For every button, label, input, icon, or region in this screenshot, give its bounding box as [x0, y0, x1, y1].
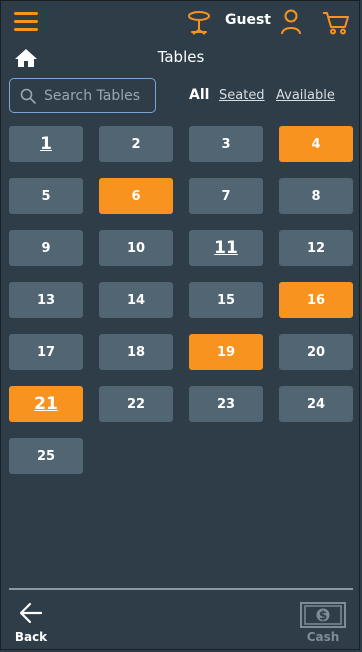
table-button-14[interactable]: 14	[99, 282, 173, 318]
filter-available[interactable]: Available	[276, 88, 335, 103]
hamburger-menu-icon[interactable]	[14, 12, 38, 32]
cash-button[interactable]: $ Cash	[296, 598, 350, 646]
table-button-19[interactable]: 19	[189, 334, 263, 370]
table-button-1[interactable]: 1	[9, 126, 83, 162]
shopping-cart-icon[interactable]	[322, 11, 350, 35]
table-button-15[interactable]: 15	[189, 282, 263, 318]
table-button-4[interactable]: 4	[279, 126, 353, 162]
table-button-9[interactable]: 9	[9, 230, 83, 266]
svg-text:$: $	[319, 609, 327, 623]
dollar-bill-icon: $	[300, 602, 346, 628]
search-field[interactable]	[9, 78, 156, 113]
back-label: Back	[14, 630, 48, 644]
table-button-20[interactable]: 20	[279, 334, 353, 370]
table-button-3[interactable]: 3	[189, 126, 263, 162]
table-button-8[interactable]: 8	[279, 178, 353, 214]
table-button-5[interactable]: 5	[9, 178, 83, 214]
search-icon	[20, 88, 36, 104]
page-title: Tables	[157, 48, 205, 66]
table-button-16[interactable]: 16	[279, 282, 353, 318]
cash-label: Cash	[306, 630, 340, 644]
table-button-23[interactable]: 23	[189, 386, 263, 422]
table-button-11[interactable]: 11	[189, 230, 263, 266]
table-button-12[interactable]: 12	[279, 230, 353, 266]
table-button-25[interactable]: 25	[9, 438, 83, 474]
filter-seated[interactable]: Seated	[219, 88, 265, 103]
arrow-left-icon	[19, 602, 43, 624]
guest-label[interactable]: Guest	[225, 12, 271, 28]
table-button-2[interactable]: 2	[99, 126, 173, 162]
search-input[interactable]	[44, 85, 152, 107]
table-button-13[interactable]: 13	[9, 282, 83, 318]
filter-all[interactable]: All	[189, 87, 209, 103]
table-button-24[interactable]: 24	[279, 386, 353, 422]
table-button-21[interactable]: 21	[9, 386, 83, 422]
footer-divider	[9, 588, 353, 590]
table-icon[interactable]	[187, 10, 211, 36]
table-button-17[interactable]: 17	[9, 334, 83, 370]
table-button-22[interactable]: 22	[99, 386, 173, 422]
table-button-10[interactable]: 10	[99, 230, 173, 266]
back-button[interactable]: Back	[9, 598, 53, 646]
user-icon[interactable]	[280, 9, 302, 35]
table-button-7[interactable]: 7	[189, 178, 263, 214]
table-button-18[interactable]: 18	[99, 334, 173, 370]
table-button-6[interactable]: 6	[99, 178, 173, 214]
